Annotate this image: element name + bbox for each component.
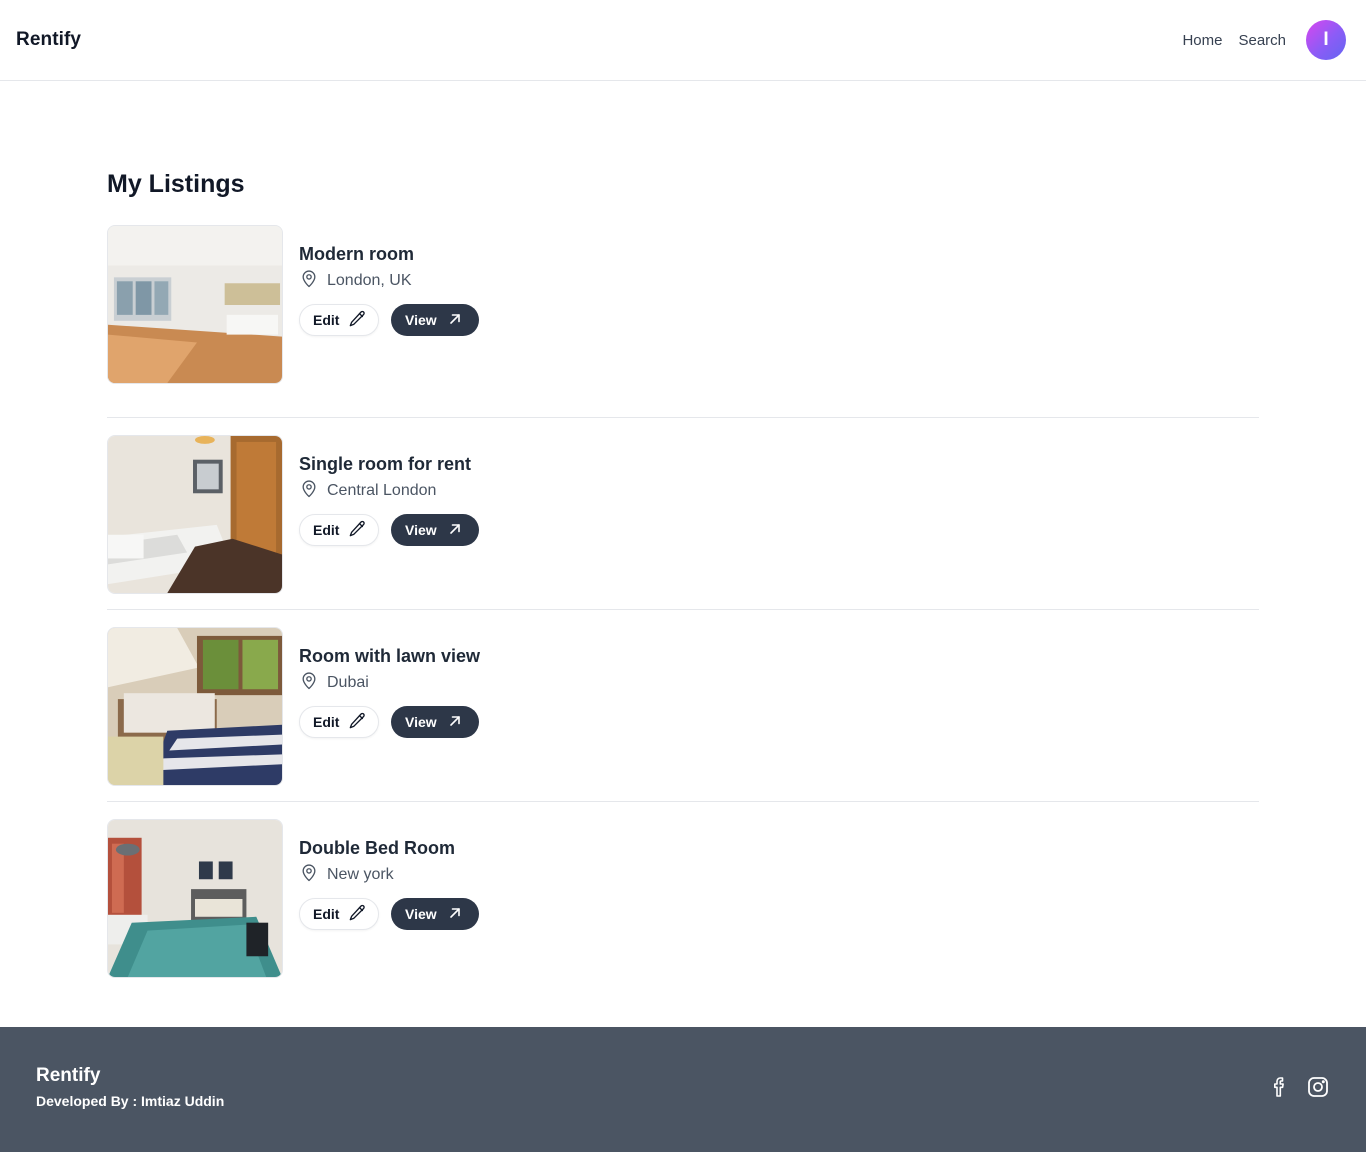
listing-location: Dubai [299, 671, 480, 695]
listing-title: Modern room [299, 244, 414, 264]
listing-image[interactable] [107, 225, 283, 384]
listing-location-text: New york [327, 866, 394, 883]
map-pin-icon [299, 671, 327, 696]
edit-button[interactable]: Edit [299, 898, 379, 930]
pencil-icon [339, 711, 367, 734]
arrow-up-right-icon [437, 713, 463, 732]
edit-button-label: Edit [313, 312, 340, 328]
view-button[interactable]: View [391, 706, 479, 738]
edit-button-label: Edit [313, 906, 340, 922]
nav-search-link[interactable]: Search [1238, 32, 1286, 49]
nav-home-link[interactable]: Home [1182, 32, 1222, 49]
main-content: My Listings Modern room London, UK Edit … [107, 168, 1259, 994]
facebook-icon[interactable] [1268, 1075, 1290, 1099]
listing-location: Central London [299, 479, 479, 503]
listing-location-text: Dubai [327, 674, 369, 691]
footer-brand: Rentify [36, 1065, 101, 1086]
top-navbar: Rentify Home Search I [0, 0, 1366, 81]
listing-info: Modern room London, UK Edit View [299, 225, 479, 336]
view-button-label: View [405, 312, 437, 328]
listing-title: Double Bed Room [299, 838, 455, 858]
edit-button[interactable]: Edit [299, 706, 379, 738]
pencil-icon [339, 903, 367, 926]
edit-button[interactable]: Edit [299, 304, 379, 336]
arrow-up-right-icon [437, 521, 463, 540]
edit-button-label: Edit [313, 522, 340, 538]
view-button-label: View [405, 906, 437, 922]
instagram-icon[interactable] [1306, 1075, 1330, 1099]
view-button-label: View [405, 522, 437, 538]
brand-logo[interactable]: Rentify [16, 29, 81, 51]
listing-actions: Edit View [299, 304, 479, 336]
listing-info: Single room for rent Central London Edit… [299, 435, 479, 546]
view-button[interactable]: View [391, 514, 479, 546]
listing-info: Double Bed Room New york Edit View [299, 819, 479, 930]
map-pin-icon [299, 269, 327, 294]
listing-image[interactable] [107, 627, 283, 786]
listing-title: Room with lawn view [299, 646, 481, 666]
listing-actions: Edit View [299, 898, 479, 930]
listing-info: Room with lawn view Dubai Edit View [299, 627, 480, 738]
listing-actions: Edit View [299, 706, 480, 738]
footer-credit: Developed By : Imtiaz Uddin [36, 1093, 225, 1109]
page-title: My Listings [107, 170, 245, 198]
map-pin-icon [299, 863, 327, 888]
listing-title: Single room for rent [299, 454, 472, 474]
map-pin-icon [299, 479, 327, 504]
listing-location-text: London, UK [327, 272, 412, 289]
listing-item: Single room for rent Central London Edit… [107, 418, 1259, 610]
listing-location: New york [299, 863, 479, 887]
listing-image[interactable] [107, 819, 283, 978]
listing-actions: Edit View [299, 514, 479, 546]
user-avatar[interactable]: I [1306, 20, 1346, 60]
view-button[interactable]: View [391, 898, 479, 930]
arrow-up-right-icon [437, 905, 463, 924]
arrow-up-right-icon [437, 311, 463, 330]
pencil-icon [339, 519, 367, 542]
view-button-label: View [405, 714, 437, 730]
listing-image[interactable] [107, 435, 283, 594]
site-footer: Rentify Developed By : Imtiaz Uddin [0, 1027, 1366, 1152]
view-button[interactable]: View [391, 304, 479, 336]
edit-button-label: Edit [313, 714, 340, 730]
main-nav: Home Search I [1182, 20, 1346, 60]
listing-location: London, UK [299, 269, 479, 293]
social-links [1268, 1075, 1330, 1099]
pencil-icon [339, 309, 367, 332]
listing-item: Double Bed Room New york Edit View [107, 802, 1259, 994]
edit-button[interactable]: Edit [299, 514, 379, 546]
listing-location-text: Central London [327, 482, 437, 499]
listing-item: Modern room London, UK Edit View [107, 225, 1259, 418]
listing-item: Room with lawn view Dubai Edit View [107, 610, 1259, 802]
